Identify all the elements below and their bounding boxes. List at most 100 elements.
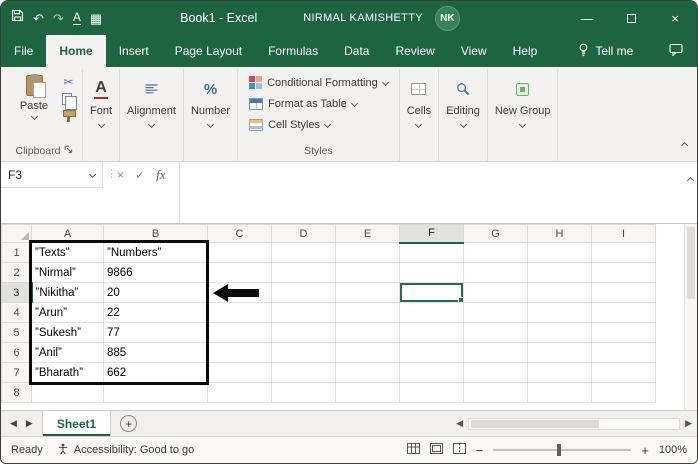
maximize-button[interactable] bbox=[609, 1, 653, 35]
tab-home[interactable]: Home bbox=[46, 35, 106, 67]
cell[interactable] bbox=[335, 262, 400, 283]
table-grid-icon[interactable]: ▦ bbox=[90, 12, 102, 25]
cell[interactable] bbox=[207, 242, 272, 263]
namebox-splitter[interactable]: ⋮ bbox=[106, 167, 117, 180]
cell[interactable] bbox=[591, 322, 656, 343]
cell-styles-button[interactable]: Cell Styles bbox=[245, 114, 334, 135]
cell[interactable] bbox=[591, 242, 656, 263]
row-header-2[interactable]: 2 bbox=[1, 262, 32, 283]
cell[interactable] bbox=[527, 342, 592, 363]
cell[interactable] bbox=[271, 302, 336, 323]
tab-page-layout[interactable]: Page Layout bbox=[162, 35, 255, 67]
save-icon[interactable] bbox=[11, 9, 24, 27]
formula-input[interactable] bbox=[179, 162, 681, 223]
cell-F3-selected[interactable] bbox=[399, 282, 464, 303]
cell[interactable] bbox=[335, 282, 400, 303]
zoom-out-button[interactable]: − bbox=[476, 443, 484, 458]
page-layout-view-icon[interactable] bbox=[429, 443, 443, 457]
vertical-scrollbar[interactable] bbox=[684, 224, 697, 410]
col-header-C[interactable]: C bbox=[207, 224, 272, 243]
scroll-left-icon[interactable]: ◀ bbox=[456, 418, 463, 429]
cell-B2[interactable]: 9866 bbox=[103, 262, 208, 283]
cell[interactable] bbox=[463, 282, 528, 303]
format-painter-icon[interactable] bbox=[62, 110, 76, 123]
cell[interactable] bbox=[399, 262, 464, 283]
cell-B7[interactable]: 662 bbox=[103, 362, 208, 383]
cell[interactable] bbox=[463, 242, 528, 263]
cell[interactable] bbox=[207, 262, 272, 283]
cell[interactable] bbox=[463, 322, 528, 343]
zoom-slider[interactable] bbox=[493, 444, 632, 456]
cell[interactable] bbox=[335, 342, 400, 363]
cell[interactable] bbox=[399, 342, 464, 363]
cell-A7[interactable]: ”Bharath” bbox=[31, 362, 104, 383]
tab-view[interactable]: View bbox=[448, 35, 500, 67]
cell[interactable] bbox=[591, 342, 656, 363]
cell[interactable] bbox=[399, 362, 464, 383]
row-header-1[interactable]: 1 bbox=[1, 242, 32, 263]
add-sheet-button[interactable]: + bbox=[120, 415, 138, 432]
cell-B6[interactable]: 885 bbox=[103, 342, 208, 363]
cell[interactable] bbox=[271, 322, 336, 343]
cell[interactable] bbox=[527, 262, 592, 283]
col-header-G[interactable]: G bbox=[463, 224, 528, 243]
prev-sheet-icon[interactable]: ◀ bbox=[10, 418, 17, 429]
ribbon-group-cells[interactable]: Cells bbox=[400, 69, 440, 161]
cell[interactable] bbox=[527, 322, 592, 343]
close-button[interactable]: × bbox=[653, 1, 697, 35]
ribbon-group-new-group[interactable]: New Group bbox=[488, 69, 559, 161]
col-header-F[interactable]: F bbox=[399, 224, 464, 244]
cell[interactable] bbox=[271, 282, 336, 303]
conditional-formatting-button[interactable]: Conditional Formatting bbox=[245, 72, 392, 93]
cell[interactable] bbox=[463, 342, 528, 363]
cell[interactable] bbox=[103, 382, 208, 403]
scroll-right-icon[interactable]: ▶ bbox=[685, 418, 692, 429]
cell[interactable] bbox=[591, 262, 656, 283]
cell[interactable] bbox=[591, 282, 656, 303]
cell[interactable] bbox=[271, 342, 336, 363]
tell-me[interactable]: Tell me bbox=[578, 35, 633, 67]
col-header-H[interactable]: H bbox=[527, 224, 592, 243]
row-header-4[interactable]: 4 bbox=[1, 302, 32, 323]
clipboard-dialog-launcher-icon[interactable] bbox=[64, 145, 73, 157]
cell-B3[interactable]: 20 bbox=[103, 282, 208, 303]
row-header-3[interactable]: 3 bbox=[1, 282, 33, 303]
cell[interactable] bbox=[463, 382, 528, 403]
vertical-scrollbar-thumb[interactable] bbox=[687, 227, 695, 299]
tab-help[interactable]: Help bbox=[500, 35, 551, 67]
row-header-6[interactable]: 6 bbox=[1, 342, 32, 363]
horizontal-scrollbar-thumb[interactable] bbox=[471, 419, 600, 428]
select-all-corner[interactable] bbox=[1, 224, 32, 243]
redo-icon[interactable]: ↷ bbox=[53, 12, 64, 25]
zoom-in-button[interactable]: + bbox=[641, 443, 649, 458]
format-as-table-button[interactable]: Format as Table bbox=[245, 93, 361, 114]
cell[interactable] bbox=[335, 322, 400, 343]
cell[interactable] bbox=[335, 382, 400, 403]
zoom-slider-thumb[interactable] bbox=[557, 444, 562, 456]
col-header-D[interactable]: D bbox=[271, 224, 336, 243]
tab-insert[interactable]: Insert bbox=[106, 35, 162, 67]
cell[interactable] bbox=[591, 302, 656, 323]
cell-A5[interactable]: ”Sukesh” bbox=[31, 322, 104, 343]
cell[interactable] bbox=[463, 362, 528, 383]
ribbon-group-editing[interactable]: Editing bbox=[439, 69, 488, 161]
cell[interactable] bbox=[335, 362, 400, 383]
tab-formulas[interactable]: Formulas bbox=[255, 35, 331, 67]
col-header-I[interactable]: I bbox=[591, 224, 656, 243]
cell[interactable] bbox=[271, 382, 336, 403]
cell-B1[interactable]: ”Numbers” bbox=[103, 242, 208, 263]
cell-A2[interactable]: ”Nirmal” bbox=[31, 262, 104, 283]
cell[interactable] bbox=[335, 242, 400, 263]
col-header-A[interactable]: A bbox=[31, 224, 104, 243]
row-header-5[interactable]: 5 bbox=[1, 322, 32, 343]
underline-icon[interactable]: A bbox=[72, 10, 81, 26]
cell-A6[interactable]: ”Anil” bbox=[31, 342, 104, 363]
cell[interactable] bbox=[207, 302, 272, 323]
page-break-view-icon[interactable] bbox=[452, 443, 466, 457]
cell[interactable] bbox=[399, 242, 464, 263]
cell[interactable] bbox=[207, 282, 272, 303]
cell[interactable] bbox=[527, 362, 592, 383]
cell[interactable] bbox=[271, 242, 336, 263]
name-box[interactable]: F3 bbox=[1, 162, 103, 188]
cancel-icon[interactable]: × bbox=[117, 168, 124, 182]
